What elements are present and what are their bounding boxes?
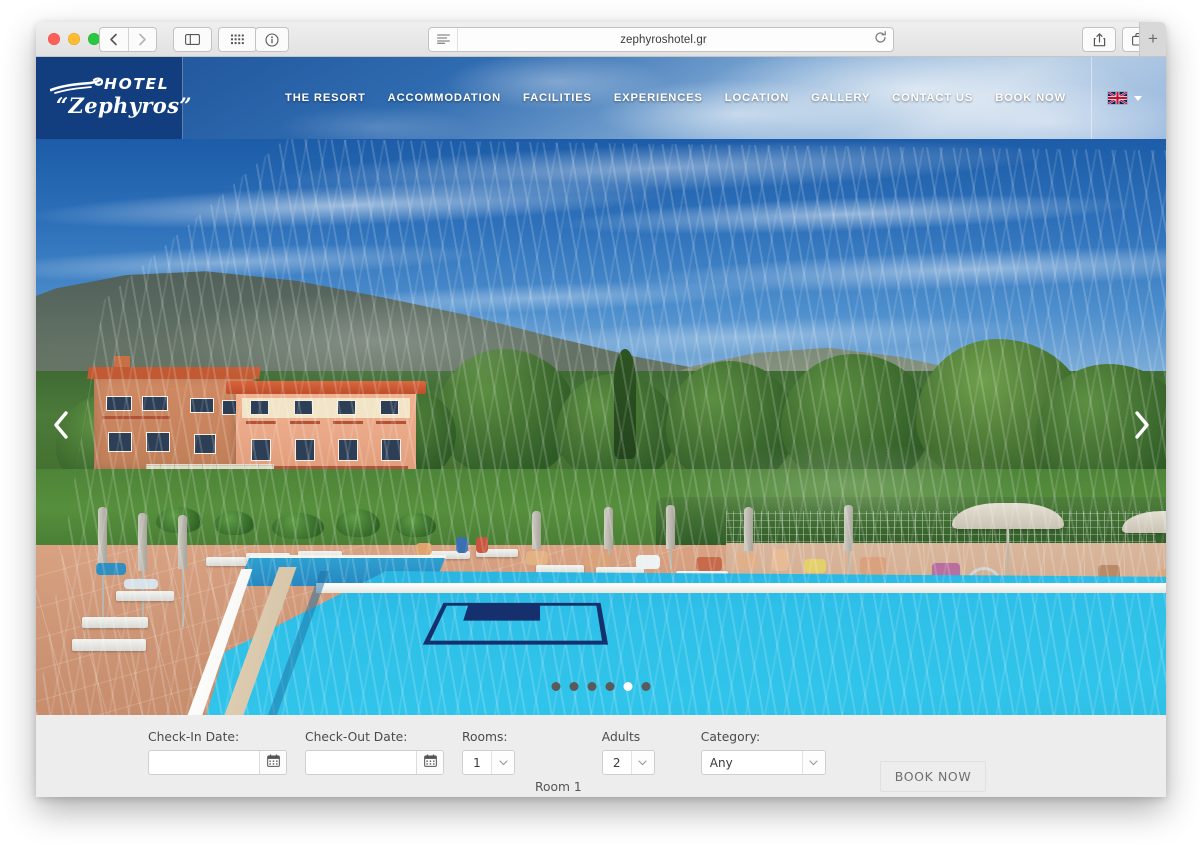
rooms-select[interactable]: 1	[462, 750, 515, 775]
navigation-buttons	[99, 27, 157, 52]
forward-arrow-icon	[138, 33, 147, 46]
nav-item-the-resort[interactable]: THE RESORT	[285, 92, 366, 104]
reader-icon	[436, 31, 450, 49]
pool-far-coping	[316, 583, 1166, 593]
checkin-calendar-button[interactable]	[259, 751, 286, 774]
room-caption: Room 1	[535, 780, 582, 794]
logo-hotel-word: HOTEL	[104, 75, 170, 93]
minimize-window-button[interactable]	[68, 33, 80, 45]
nav-item-location[interactable]: LOCATION	[725, 92, 789, 104]
hero-dot-6[interactable]	[641, 682, 651, 691]
share-button[interactable]	[1082, 27, 1116, 52]
nav-item-contact-us[interactable]: CONTACT US	[892, 92, 973, 104]
hero-dot-5[interactable]	[623, 682, 633, 691]
chevron-down-icon	[1134, 95, 1142, 101]
main-navigation: THE RESORT ACCOMMODATION FACILITIES EXPE…	[182, 57, 1166, 139]
close-window-button[interactable]	[48, 33, 60, 45]
adults-select[interactable]: 2	[601, 750, 655, 775]
new-tab-button[interactable]: +	[1139, 22, 1166, 56]
hero-dot-1[interactable]	[551, 682, 561, 691]
rooms-label: Rooms:	[462, 730, 508, 744]
uk-flag-icon	[1108, 92, 1127, 104]
checkout-calendar-button[interactable]	[416, 751, 443, 774]
address-bar[interactable]: zephyroshotel.gr	[428, 27, 894, 52]
nav-item-accommodation[interactable]: ACCOMMODATION	[388, 92, 501, 104]
nav-item-experiences[interactable]: EXPERIENCES	[614, 92, 703, 104]
share-icon	[1093, 32, 1106, 47]
top-sites-button[interactable]	[218, 27, 257, 52]
checkout-field: Check-Out Date:	[305, 715, 444, 775]
info-button[interactable]	[255, 27, 289, 52]
adults-field: Adults 2	[601, 715, 655, 775]
chevron-down-icon	[801, 751, 825, 774]
sidebar-icon	[185, 34, 200, 45]
language-switcher[interactable]	[1092, 92, 1156, 104]
checkout-input-wrap[interactable]	[305, 750, 444, 775]
pool-floor-inset-inner	[463, 603, 541, 621]
back-button[interactable]	[100, 28, 128, 51]
browser-toolbar: zephyroshotel.gr +	[36, 22, 1166, 57]
chevron-down-icon	[491, 751, 514, 774]
sidebar-toggle-button[interactable]	[173, 27, 212, 52]
category-label: Category:	[700, 730, 761, 744]
nav-item-gallery[interactable]: GALLERY	[811, 92, 870, 104]
calendar-icon	[423, 753, 437, 772]
hero-dot-3[interactable]	[587, 682, 597, 691]
hero-slider	[36, 139, 1166, 715]
hero-dot-4[interactable]	[605, 682, 615, 691]
hero-prev-button[interactable]	[44, 405, 78, 449]
info-circle-icon	[265, 32, 279, 47]
checkin-input-wrap[interactable]	[148, 750, 287, 775]
checkout-label: Check-Out Date:	[305, 730, 408, 744]
screenshot-root: zephyroshotel.gr + HOTEL “Zephyros” THE …	[0, 0, 1200, 851]
hero-next-button[interactable]	[1124, 405, 1158, 449]
site-logo[interactable]: HOTEL “Zephyros”	[36, 57, 192, 139]
rooms-field: Rooms: 1	[462, 715, 515, 775]
adults-label: Adults	[601, 730, 641, 744]
category-value: Any	[709, 755, 733, 770]
chevron-down-icon	[630, 751, 654, 774]
calendar-icon	[266, 753, 280, 772]
chevron-right-icon	[1133, 410, 1150, 444]
logo-hotel-name: “Zephyros”	[56, 93, 192, 118]
reload-icon	[874, 30, 887, 49]
window-controls	[48, 33, 100, 45]
url-text: zephyroshotel.gr	[620, 33, 707, 46]
forward-button[interactable]	[127, 28, 157, 51]
hero-slide-image	[36, 139, 1166, 715]
reload-button[interactable]	[874, 30, 887, 49]
hero-dot-2[interactable]	[569, 682, 579, 691]
checkout-input[interactable]	[306, 751, 416, 774]
checkin-input[interactable]	[149, 751, 259, 774]
nav-item-facilities[interactable]: FACILITIES	[523, 92, 592, 104]
hero-pagination-dots	[551, 682, 651, 691]
checkin-label: Check-In Date:	[148, 730, 240, 744]
booking-submit-button[interactable]: BOOK NOW	[879, 761, 987, 792]
reader-view-button[interactable]	[429, 28, 458, 51]
rooms-value: 1	[473, 755, 481, 770]
browser-window: zephyroshotel.gr + HOTEL “Zephyros” THE …	[36, 22, 1166, 797]
website-viewport: HOTEL “Zephyros” THE RESORT ACCOMMODATIO…	[36, 57, 1166, 797]
chevron-left-icon	[53, 410, 70, 444]
back-arrow-icon	[109, 33, 118, 46]
adults-value: 2	[612, 755, 621, 770]
category-select[interactable]: Any	[700, 750, 826, 775]
booking-search-bar: Check-In Date: Check-Out Date: Rooms: 1 …	[36, 715, 1166, 797]
site-header: HOTEL “Zephyros” THE RESORT ACCOMMODATIO…	[36, 57, 1166, 139]
category-field: Category: Any	[700, 715, 826, 775]
nav-item-book-now[interactable]: BOOK NOW	[995, 92, 1066, 104]
checkin-field: Check-In Date:	[148, 715, 287, 775]
grid-icon	[231, 34, 244, 45]
